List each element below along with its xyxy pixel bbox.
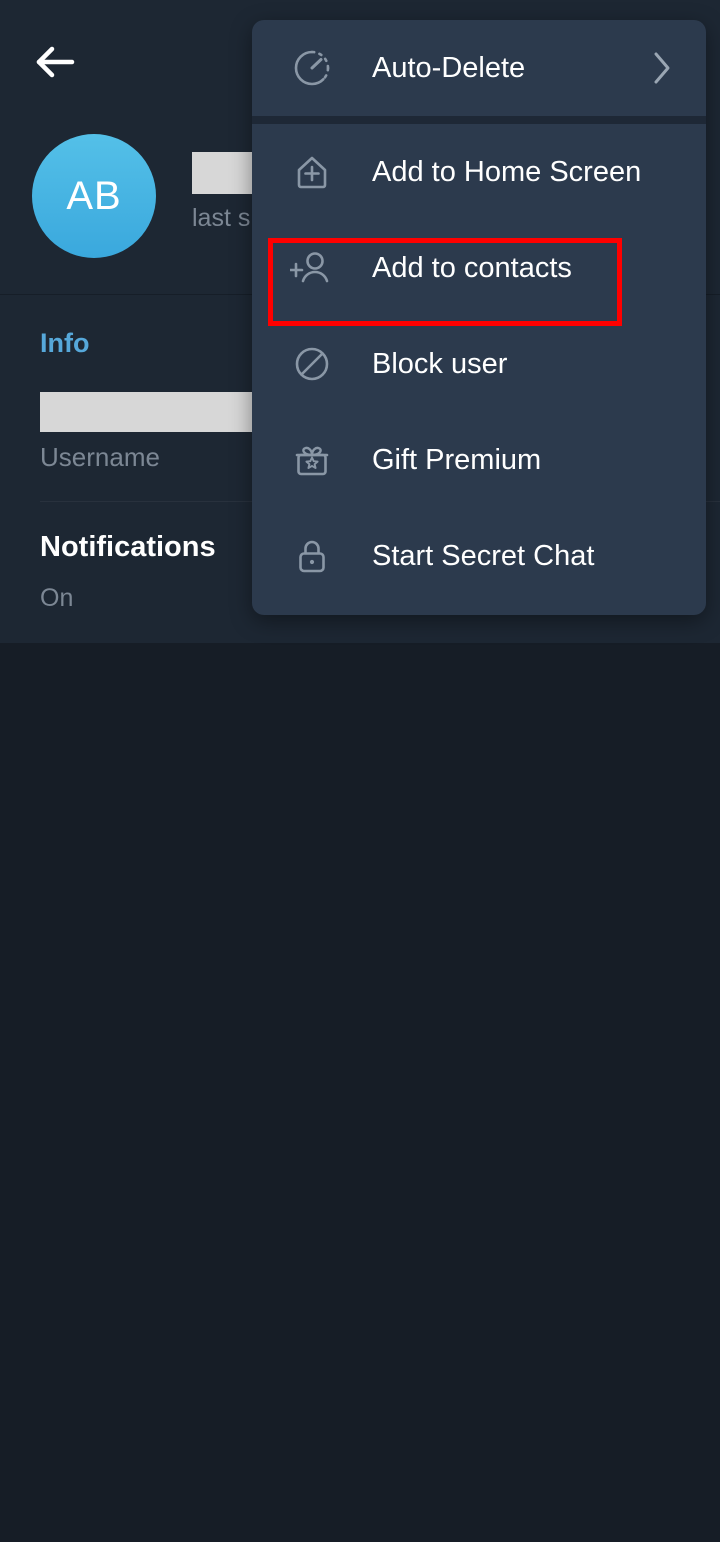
person-plus-icon xyxy=(290,246,334,290)
menu-item-label: Add to Home Screen xyxy=(372,155,642,188)
menu-item-add-to-home-screen[interactable]: Add to Home Screen xyxy=(252,124,706,220)
username-label: Username xyxy=(40,442,160,472)
block-icon xyxy=(290,342,334,386)
context-menu: Auto-Delete Add to Home Screen Add to co… xyxy=(252,20,706,615)
back-button[interactable] xyxy=(32,40,80,84)
menu-item-gift-premium[interactable]: Gift Premium xyxy=(252,412,706,508)
avatar-initials: AB xyxy=(66,173,122,218)
notifications-value: On xyxy=(40,584,74,612)
info-section-title: Info xyxy=(40,328,90,358)
lock-icon xyxy=(290,534,334,578)
profile-status: last s xyxy=(192,204,251,232)
menu-item-start-secret-chat[interactable]: Start Secret Chat xyxy=(252,508,706,604)
menu-item-label: Auto-Delete xyxy=(372,51,526,84)
chevron-right-icon xyxy=(652,51,672,85)
menu-item-label: Block user xyxy=(372,347,508,380)
timer-icon xyxy=(290,46,334,90)
gift-icon xyxy=(290,438,334,482)
menu-item-block-user[interactable]: Block user xyxy=(252,316,706,412)
menu-item-add-to-contacts[interactable]: Add to contacts xyxy=(252,220,706,316)
username-value-redacted xyxy=(40,392,270,432)
app-screen: AB last s Info Username Notifications On xyxy=(0,0,720,1542)
back-arrow-icon xyxy=(36,46,75,78)
avatar[interactable]: AB xyxy=(32,134,156,258)
menu-item-auto-delete[interactable]: Auto-Delete xyxy=(252,20,706,116)
menu-item-label: Add to contacts xyxy=(372,251,572,284)
menu-item-label: Gift Premium xyxy=(372,443,542,476)
menu-item-label: Start Secret Chat xyxy=(372,539,595,572)
home-plus-icon xyxy=(290,150,334,194)
menu-separator xyxy=(252,116,706,124)
notifications-title: Notifications xyxy=(40,531,216,563)
